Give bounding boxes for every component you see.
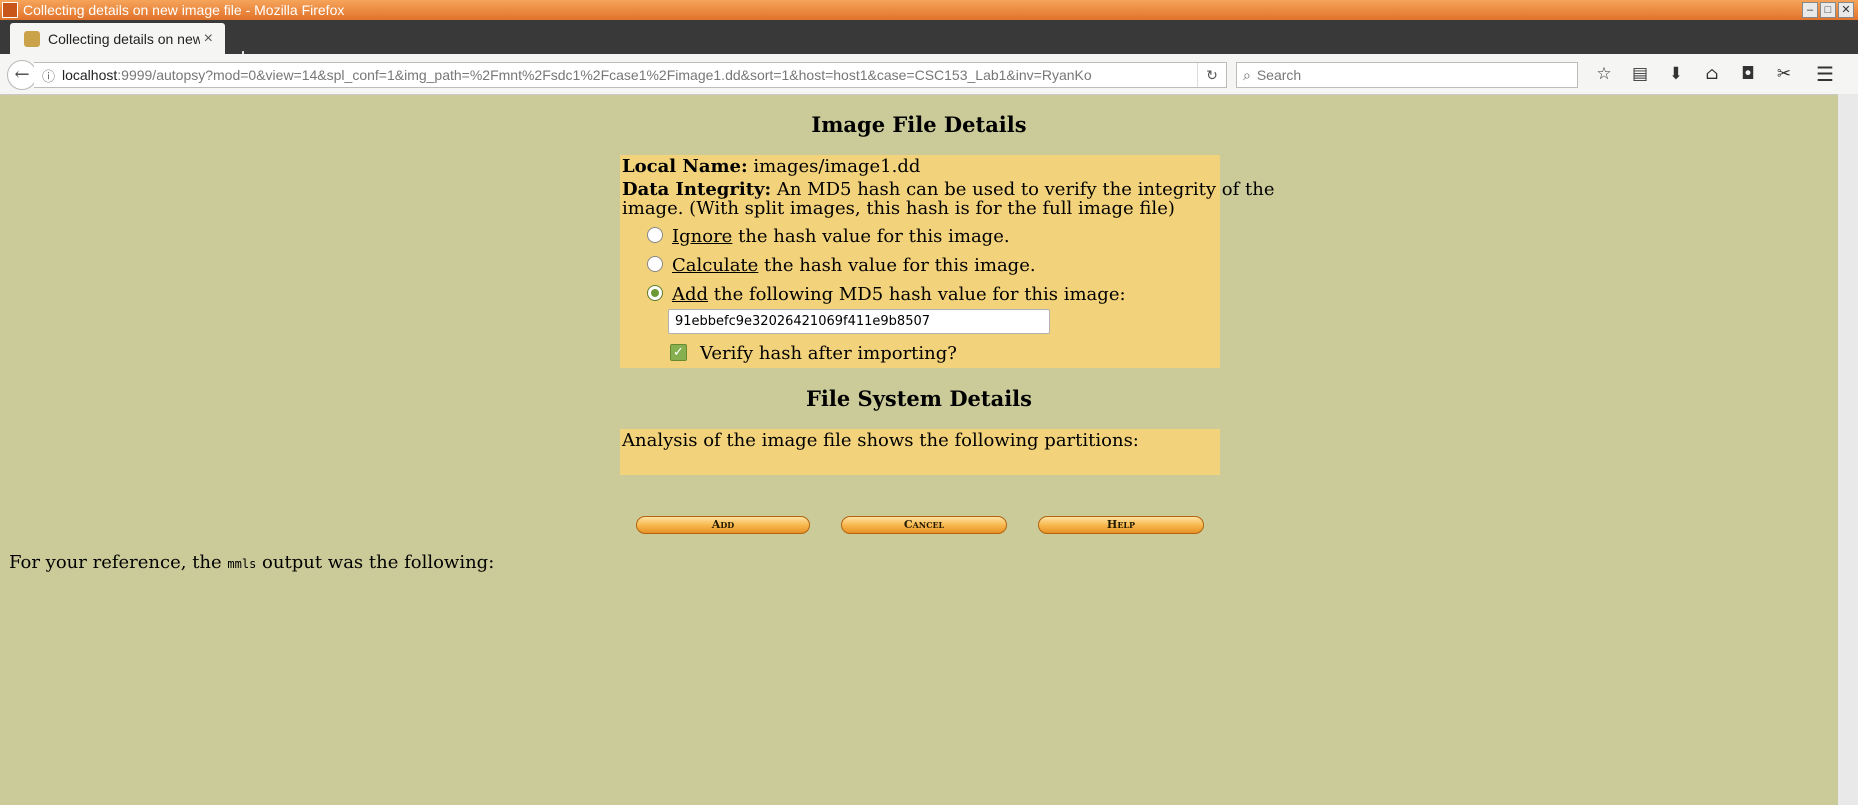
fs-analysis-text: Analysis of the image file shows the fol… <box>622 430 1139 451</box>
option-calc-key: Calculate <box>672 255 759 276</box>
verify-hash-checkbox[interactable]: ✓ <box>670 344 687 361</box>
pocket-icon[interactable]: ◘ <box>1730 62 1766 86</box>
search-input[interactable]: ⌕ Search <box>1236 62 1578 88</box>
option-calculate-label: Calculate the hash value for this image. <box>672 255 1036 276</box>
toolbar-icons: ☆ ▤ ⬇ ⌂ ◘ ✂ <box>1586 62 1802 86</box>
local-name-label: Local Name: <box>622 156 748 177</box>
option-ignore-key: Ignore <box>672 226 733 247</box>
close-window-button[interactable]: ✕ <box>1838 2 1854 18</box>
cancel-button[interactable]: Cancel <box>841 516 1007 534</box>
window-title: Collecting details on new image file - M… <box>23 2 345 18</box>
window-right-edge <box>1838 94 1858 805</box>
mmls-code: mmls <box>227 557 257 571</box>
option-add-key: Add <box>672 284 709 305</box>
window-title-bar: Collecting details on new image file - M… <box>0 0 1858 20</box>
help-button[interactable]: Help <box>1038 516 1204 534</box>
image-details-title: Image File Details <box>811 112 1027 137</box>
option-calc-rest: the hash value for this image. <box>764 255 1036 276</box>
site-info-icon[interactable]: ⓘ <box>42 66 58 85</box>
home-icon[interactable]: ⌂ <box>1694 62 1730 86</box>
option-add-label: Add the following MD5 hash value for thi… <box>672 284 1126 305</box>
reference-text: For your reference, the mmls output was … <box>9 552 494 573</box>
option-add-rest: the following MD5 hash value for this im… <box>713 284 1126 305</box>
minimize-button[interactable]: – <box>1802 2 1818 18</box>
bookmark-star-icon[interactable]: ☆ <box>1586 62 1622 86</box>
back-button[interactable]: ← <box>7 60 37 90</box>
fs-details-panel: Analysis of the image file shows the fol… <box>620 429 1220 475</box>
reference-text-before: For your reference, the <box>9 552 222 573</box>
page-content: Image File Details Local Name: images/im… <box>0 94 1838 805</box>
search-icon: ⌕ <box>1243 66 1251 83</box>
add-button[interactable]: Add <box>636 516 810 534</box>
radio-calculate[interactable] <box>647 256 663 272</box>
extension-icon[interactable]: ✂ <box>1766 62 1802 86</box>
integrity-label: Data Integrity: <box>622 179 772 200</box>
tab-title: Collecting details on new image file <box>48 30 200 47</box>
download-icon[interactable]: ⬇ <box>1658 62 1694 86</box>
local-name-row: Local Name: images/image1.dd <box>622 156 920 177</box>
integrity-text-2: image. (With split images, this hash is … <box>622 198 1175 219</box>
maximize-button[interactable]: □ <box>1820 2 1836 18</box>
url-host: localhost <box>62 67 118 83</box>
tab-active[interactable]: Collecting details on new image file × <box>10 23 225 54</box>
app-icon <box>2 2 18 18</box>
window-controls: – □ ✕ <box>1802 2 1854 18</box>
autopsy-favicon-icon <box>24 30 40 47</box>
tab-close-icon[interactable]: × <box>204 30 213 48</box>
hamburger-menu-icon[interactable]: ☰ <box>1808 62 1842 86</box>
radio-ignore[interactable] <box>647 227 663 243</box>
option-ignore-label: Ignore the hash value for this image. <box>672 226 1010 247</box>
integrity-text-1: An MD5 hash can be used to verify the in… <box>776 179 1275 200</box>
reload-icon[interactable]: ↻ <box>1197 63 1226 87</box>
reading-list-icon[interactable]: ▤ <box>1622 62 1658 86</box>
url-bar[interactable]: ⓘ localhost :9999/autopsy?mod=0&view=14&… <box>34 62 1227 88</box>
url-path: :9999/autopsy?mod=0&view=14&spl_conf=1&i… <box>117 67 1092 83</box>
integrity-row: Data Integrity: An MD5 hash can be used … <box>622 179 1275 200</box>
verify-hash-label: Verify hash after importing? <box>700 343 957 364</box>
tab-strip: Collecting details on new image file × + <box>0 20 1858 70</box>
fs-details-title: File System Details <box>806 386 1032 411</box>
option-ignore-rest: the hash value for this image. <box>738 226 1010 247</box>
radio-add[interactable] <box>647 285 663 301</box>
image-details-panel: Local Name: images/image1.dd Data Integr… <box>620 155 1275 368</box>
reference-text-after: output was the following: <box>262 552 495 573</box>
md5-hash-input[interactable] <box>668 309 1050 334</box>
search-placeholder: Search <box>1256 67 1302 83</box>
navigation-toolbar: ← ⓘ localhost :9999/autopsy?mod=0&view=1… <box>0 54 1858 95</box>
local-name-value: images/image1.dd <box>753 156 921 177</box>
